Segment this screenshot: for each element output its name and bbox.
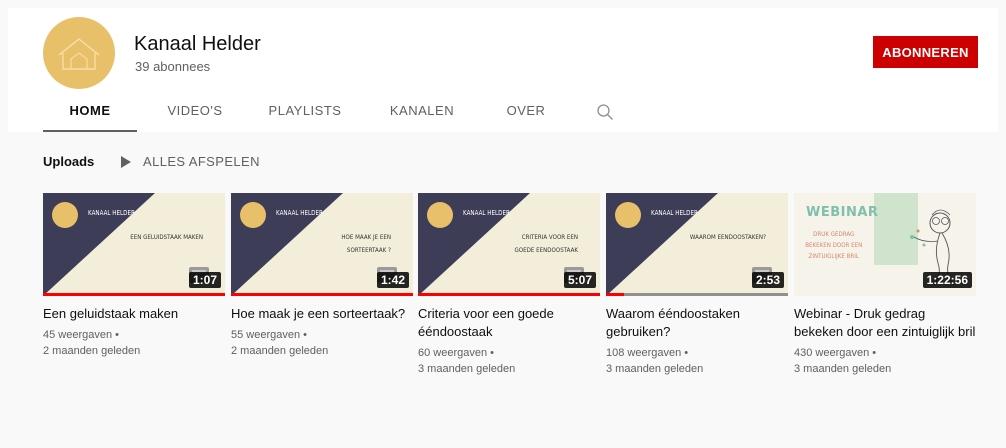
thumbnail-logo-icon: [615, 202, 641, 228]
video-views: 55 weergaven •: [231, 329, 308, 341]
thumbnail-brand: WEBINAR: [806, 205, 879, 220]
thumbnail-logo-icon: [52, 202, 78, 228]
channel-avatar[interactable]: [43, 17, 115, 89]
watch-progress: [606, 293, 788, 296]
tab-home[interactable]: HOME: [43, 96, 137, 132]
video-meta: 60 weergaven • 3 maanden geleden: [418, 345, 600, 377]
video-thumbnail[interactable]: KANAAL HELDER CRITERIA VOOR EEN GOEDE EE…: [418, 193, 600, 296]
thumbnail-logo-icon: [427, 202, 453, 228]
thumbnail-title: HOE MAAK JE EEN SORTEERTAAK ?: [341, 233, 391, 254]
thumbnail-brand: KANAAL HELDER: [463, 209, 510, 217]
video-title[interactable]: Waarom ééndoostaken gebruiken?: [606, 305, 788, 341]
watch-progress-fill: [43, 293, 225, 296]
watch-progress: [43, 293, 225, 296]
house-logo-icon: [58, 38, 100, 70]
video-views: 60 weergaven •: [418, 347, 495, 359]
video-age: 2 maanden geleden: [231, 345, 329, 357]
thumbnail-title: CRITERIA VOOR EEN GOEDE EENDOOSTAAK: [514, 233, 578, 254]
video-card[interactable]: KANAAL HELDER EEN GELUIDSTAAK MAKEN 1:07…: [43, 193, 225, 359]
video-card[interactable]: KANAAL HELDER CRITERIA VOOR EEN GOEDE EE…: [418, 193, 600, 377]
video-duration: 1:42: [376, 272, 409, 288]
video-age: 3 maanden geleden: [418, 363, 516, 375]
video-duration: 1:22:56: [922, 272, 972, 288]
video-age: 3 maanden geleden: [794, 363, 892, 375]
tab-over[interactable]: OVER: [503, 96, 549, 132]
tab-kanalen[interactable]: KANALEN: [389, 96, 455, 132]
watch-progress-fill: [606, 293, 625, 296]
subscribe-button[interactable]: ABONNEREN: [873, 36, 978, 68]
video-duration: 2:53: [751, 272, 784, 288]
play-all-label: ALLES AFSPELEN: [143, 154, 260, 169]
thumbnail-brand: KANAAL HELDER: [651, 209, 698, 217]
section-title[interactable]: Uploads: [43, 154, 94, 169]
video-thumbnail[interactable]: KANAAL HELDER EEN GELUIDSTAAK MAKEN 1:07: [43, 193, 225, 296]
thumbnail-title: DRUK GEDRAG BEKEKEN DOOR EEN ZINTUIGLIJK…: [805, 230, 863, 260]
thumbnail-brand: KANAAL HELDER: [88, 209, 135, 217]
video-duration: 1:07: [188, 272, 221, 288]
tab-playlists[interactable]: PLAYLISTS: [265, 96, 345, 132]
video-meta: 45 weergaven • 2 maanden geleden: [43, 327, 225, 359]
video-views: 430 weergaven •: [794, 347, 877, 359]
watch-progress: [231, 293, 413, 296]
channel-header: Kanaal Helder 39 abonnees ABONNEREN HOME…: [8, 8, 998, 132]
video-meta: 108 weergaven • 3 maanden geleden: [606, 345, 788, 377]
video-age: 3 maanden geleden: [606, 363, 704, 375]
thumbnail-title: EEN GELUIDSTAAK MAKEN: [130, 233, 203, 241]
video-thumbnail[interactable]: KANAAL HELDER WAAROM EENDOOSTAKEN? 2:53: [606, 193, 788, 296]
video-age: 2 maanden geleden: [43, 345, 141, 357]
tab-videos[interactable]: VIDEO'S: [163, 96, 227, 132]
video-thumbnail[interactable]: KANAAL HELDER HOE MAAK JE EEN SORTEERTAA…: [231, 193, 413, 296]
video-title[interactable]: Hoe maak je een sorteertaak?: [231, 305, 413, 323]
thumbnail-title: WAAROM EENDOOSTAKEN?: [689, 233, 766, 241]
channel-name[interactable]: Kanaal Helder: [134, 33, 261, 56]
video-views: 108 weergaven •: [606, 347, 689, 359]
subscriber-count: 39 abonnees: [135, 59, 211, 74]
watch-progress-fill: [418, 293, 600, 296]
video-views: 45 weergaven •: [43, 329, 120, 341]
video-card[interactable]: KANAAL HELDER WAAROM EENDOOSTAKEN? 2:53 …: [606, 193, 788, 377]
watch-progress: [418, 293, 600, 296]
thumbnail-logo-icon: [240, 202, 266, 228]
search-icon[interactable]: [596, 103, 614, 121]
video-card[interactable]: WEBINAR DRUK GEDRAG BEKEKEN DOOR EEN ZIN…: [794, 193, 976, 377]
video-meta: 430 weergaven • 3 maanden geleden: [794, 345, 976, 377]
play-icon: [121, 156, 131, 168]
video-thumbnail[interactable]: WEBINAR DRUK GEDRAG BEKEKEN DOOR EEN ZIN…: [794, 193, 976, 296]
video-title[interactable]: Criteria voor een goede ééndoostaak: [418, 305, 600, 341]
video-title[interactable]: Een geluidstaak maken: [43, 305, 225, 323]
video-title[interactable]: Webinar - Druk gedrag bekeken door een z…: [794, 305, 976, 341]
thumbnail-brand: KANAAL HELDER: [276, 209, 323, 217]
video-card[interactable]: KANAAL HELDER HOE MAAK JE EEN SORTEERTAA…: [231, 193, 413, 359]
video-duration: 5:07: [563, 272, 596, 288]
video-meta: 55 weergaven • 2 maanden geleden: [231, 327, 413, 359]
watch-progress-fill: [231, 293, 413, 296]
